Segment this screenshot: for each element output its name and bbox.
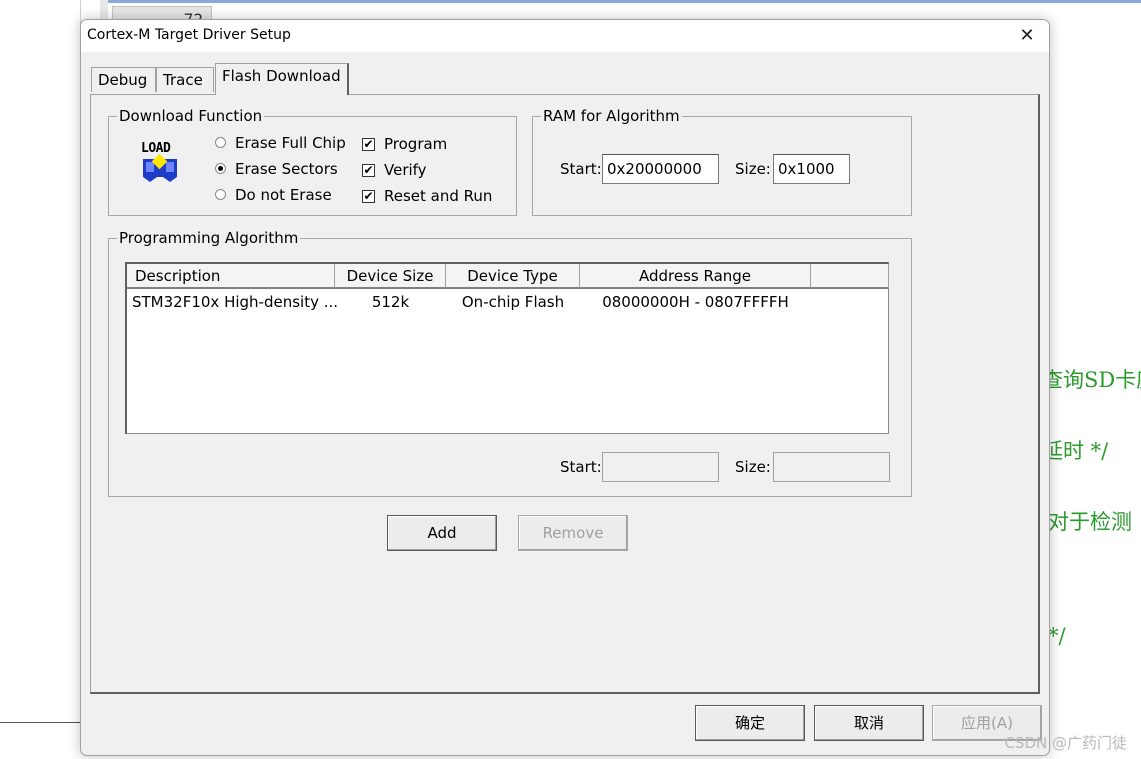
load-icon: LOAD <box>139 140 183 182</box>
column-header-device-type[interactable]: Device Type <box>446 264 580 289</box>
ram-size-label: Size: <box>735 160 771 178</box>
watermark: CSDN @广药门徒 <box>1004 734 1127 752</box>
algo-size-input[interactable] <box>773 452 890 482</box>
ram-start-input[interactable]: 0x20000000 <box>602 154 719 184</box>
verify-checkbox[interactable]: ✔ <box>362 164 375 177</box>
ram-for-algorithm-label: RAM for Algorithm <box>541 107 682 125</box>
program-checkbox[interactable]: ✔ <box>362 138 375 151</box>
column-header-description[interactable]: Description <box>127 264 335 289</box>
table-row[interactable]: STM32F10x High-density ... 512k On-chip … <box>127 291 887 315</box>
tab-trace[interactable]: Trace <box>156 67 214 92</box>
do-not-erase-label[interactable]: Do not Erase <box>235 186 332 204</box>
code-comment: 延时 */ <box>1042 439 1109 463</box>
code-comment: 查询SD卡座 <box>1042 368 1141 392</box>
code-comment: 对于检测 <box>1048 510 1132 534</box>
erase-full-chip-label[interactable]: Erase Full Chip <box>235 134 346 152</box>
remove-button[interactable]: Remove <box>518 515 628 551</box>
algorithm-list[interactable]: Description Device Size Device Type Addr… <box>125 262 889 434</box>
programming-algorithm-label: Programming Algorithm <box>117 229 301 247</box>
tab-debug[interactable]: Debug <box>91 67 156 92</box>
close-icon[interactable]: ✕ <box>1015 24 1039 48</box>
row-description: STM32F10x High-density ... <box>132 293 339 311</box>
row-device-type: On-chip Flash <box>461 293 565 311</box>
divider <box>0 722 80 723</box>
code-comment: */ <box>1048 624 1066 648</box>
row-device-size: 512k <box>371 293 410 311</box>
erase-sectors-radio[interactable] <box>215 163 226 174</box>
reset-and-run-checkbox[interactable]: ✔ <box>362 190 375 203</box>
algo-size-label: Size: <box>735 458 771 476</box>
algo-start-label: Start: <box>560 458 602 476</box>
erase-sectors-label[interactable]: Erase Sectors <box>235 160 338 178</box>
column-header-device-size[interactable]: Device Size <box>335 264 446 289</box>
algo-start-input[interactable] <box>602 452 719 482</box>
do-not-erase-radio[interactable] <box>215 189 226 200</box>
ram-start-label: Start: <box>560 160 602 178</box>
reset-and-run-label[interactable]: Reset and Run <box>384 187 492 205</box>
dialog-title: Cortex-M Target Driver Setup <box>87 27 291 43</box>
ram-size-input[interactable]: 0x1000 <box>773 154 850 184</box>
verify-label[interactable]: Verify <box>384 161 427 179</box>
add-button[interactable]: Add <box>387 515 497 551</box>
cancel-button[interactable]: 取消 <box>814 705 924 741</box>
ok-button[interactable]: 确定 <box>695 705 805 741</box>
background-panel <box>0 0 81 722</box>
download-function-label: Download Function <box>117 107 265 125</box>
column-header-empty <box>811 264 889 289</box>
column-header-address-range[interactable]: Address Range <box>580 264 811 289</box>
title-bar: Cortex-M Target Driver Setup ✕ <box>81 20 1049 52</box>
row-address-range: 08000000H - 0807FFFFH <box>602 293 789 311</box>
program-label[interactable]: Program <box>384 135 447 153</box>
editor-top-border <box>108 0 1141 3</box>
tab-flash-download[interactable]: Flash Download <box>215 63 349 95</box>
erase-full-chip-radio[interactable] <box>215 137 226 148</box>
